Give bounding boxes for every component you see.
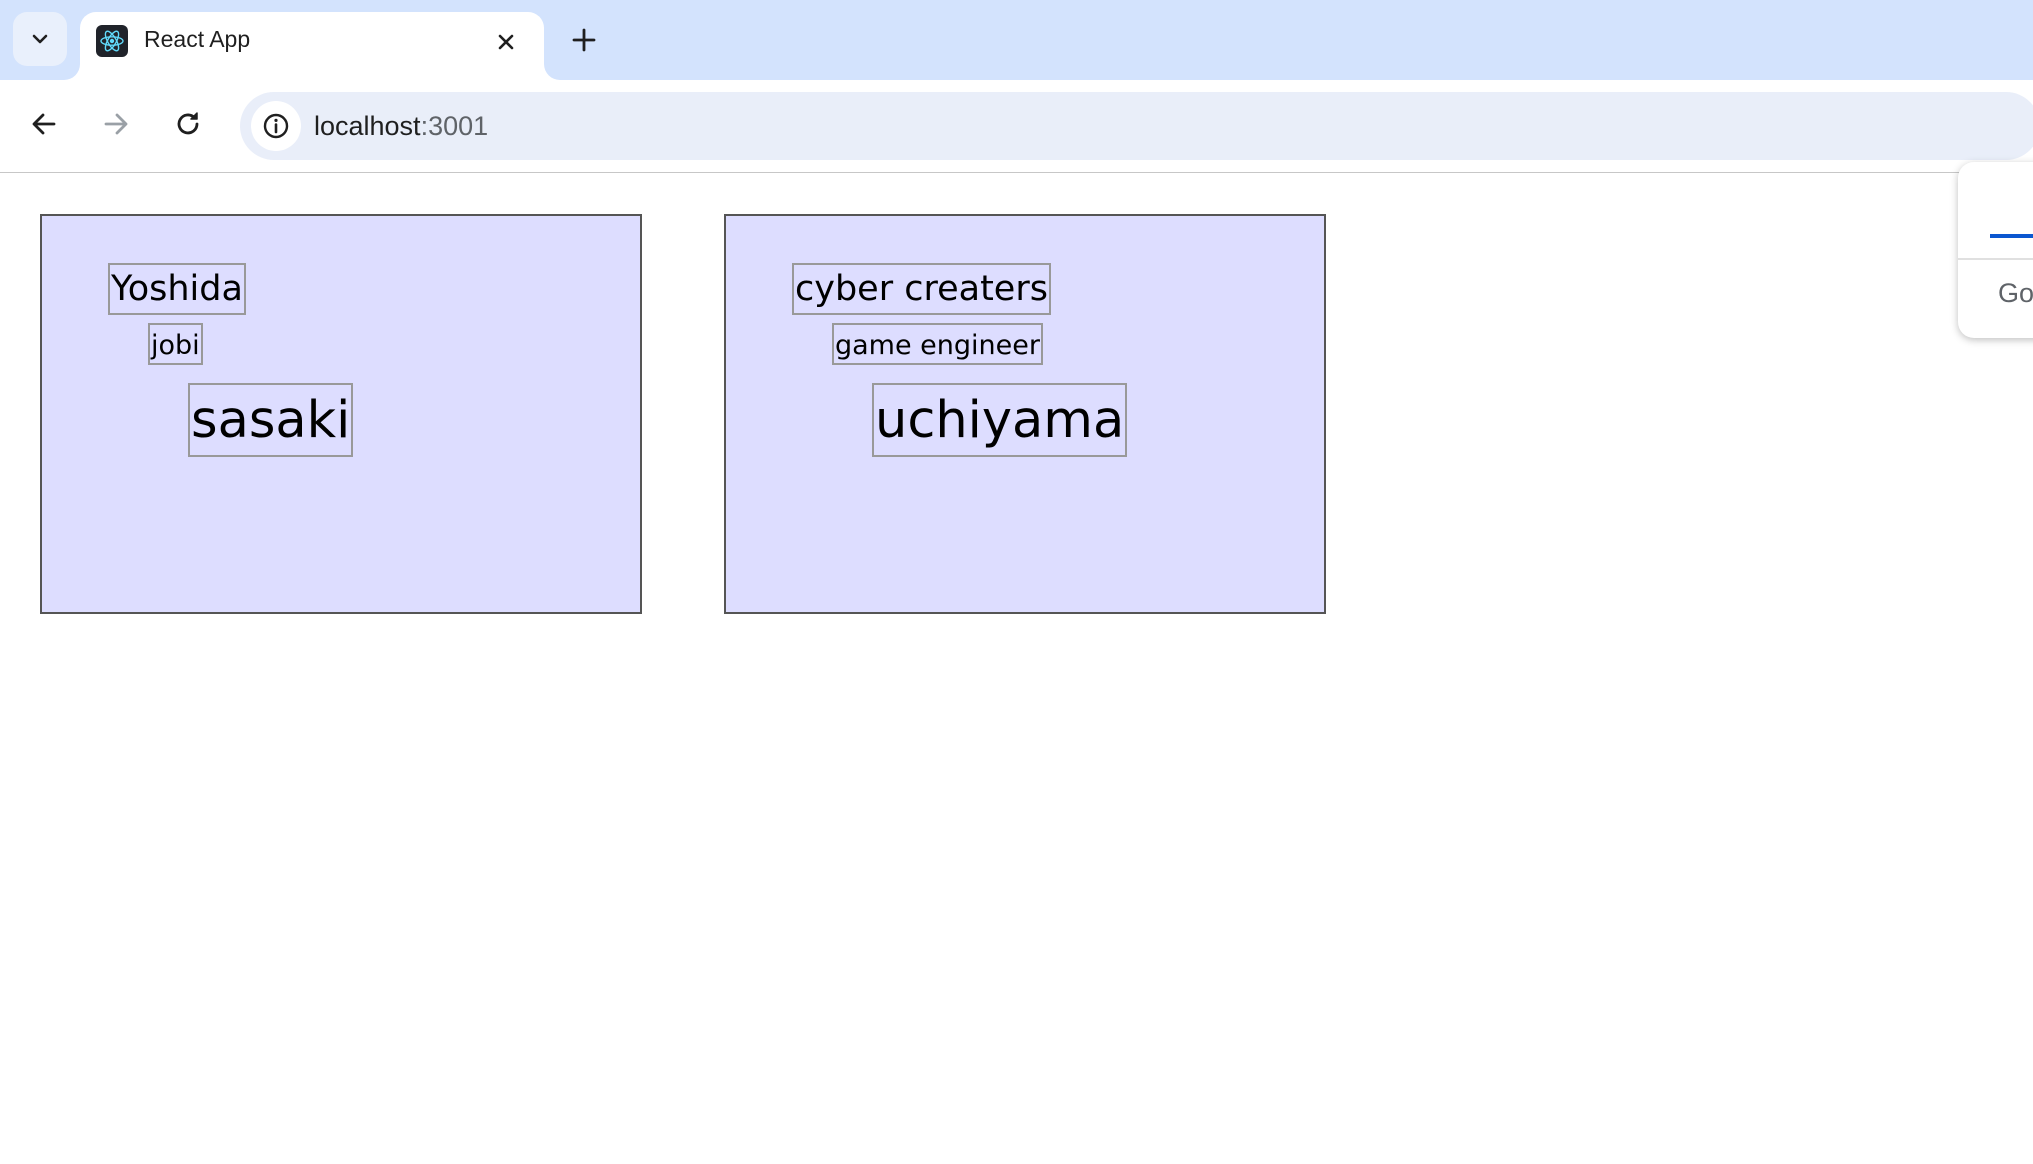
profile-card: cyber creaters game engineer uchiyama (724, 214, 1326, 614)
profile-card: Yoshida jobi sasaki (40, 214, 642, 614)
job-label: jobi (148, 323, 203, 365)
arrow-forward-icon (104, 113, 128, 135)
forward-button[interactable] (96, 104, 136, 144)
close-icon (498, 34, 514, 50)
url-host: localhost (314, 111, 421, 141)
tab-strip: React App (0, 0, 2033, 80)
popup-progress-bar (1990, 234, 2033, 238)
reload-button[interactable] (168, 104, 208, 144)
popup-divider (1958, 258, 2033, 260)
browser-window: React App localhost:3001 Yoshida jobi sa… (0, 0, 2033, 1164)
tab-close-button[interactable] (488, 24, 524, 60)
person-name: uchiyama (872, 383, 1128, 457)
url-text[interactable]: localhost:3001 (314, 111, 488, 142)
tab-react-app[interactable]: React App (80, 12, 544, 80)
side-popup[interactable]: Go (1958, 162, 2033, 338)
site-info-button[interactable] (251, 101, 301, 151)
company-label: cyber creaters (792, 263, 1051, 315)
chevron-down-icon (32, 34, 48, 44)
address-bar[interactable]: localhost:3001 (240, 92, 2033, 160)
person-name: sasaki (188, 383, 354, 457)
new-tab-button[interactable] (564, 20, 604, 60)
arrow-back-icon (32, 113, 56, 135)
react-logo-icon (96, 25, 128, 57)
job-label: game engineer (832, 323, 1043, 365)
info-icon (263, 113, 289, 139)
browser-toolbar: localhost:3001 (0, 80, 2033, 173)
tab-search-button[interactable] (13, 12, 67, 66)
reload-icon (177, 112, 199, 135)
url-port: :3001 (420, 111, 489, 141)
plus-icon (572, 28, 596, 52)
back-button[interactable] (24, 104, 64, 144)
popup-text: Go (1998, 278, 2033, 308)
company-label: Yoshida (108, 263, 246, 315)
tab-title: React App (144, 26, 251, 52)
